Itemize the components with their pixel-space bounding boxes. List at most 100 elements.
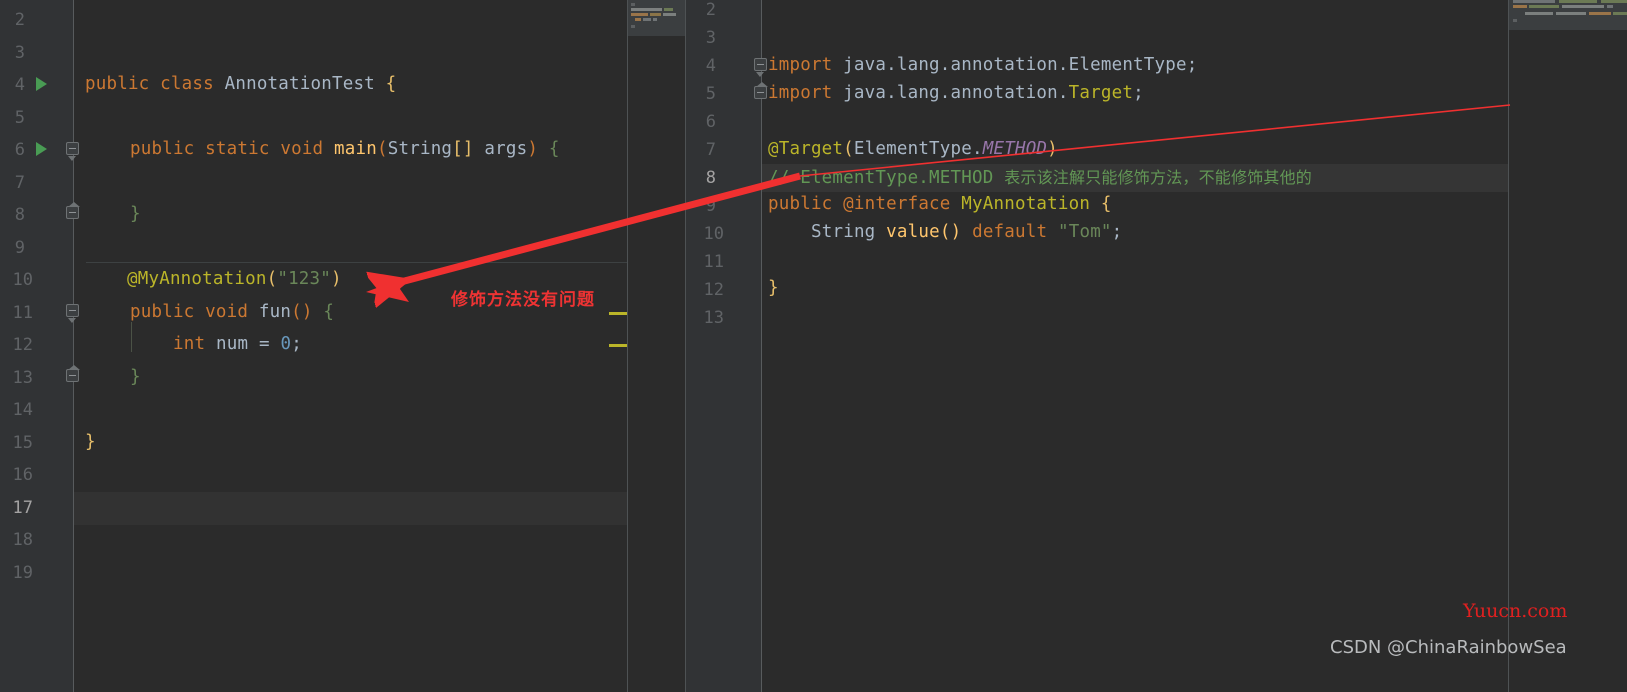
line-number: 18	[12, 530, 33, 550]
minimap-row	[1525, 12, 1553, 15]
warning-stripe-marker[interactable]	[609, 312, 627, 315]
minimap-row	[635, 18, 641, 21]
token-keyword: void	[280, 139, 324, 159]
line-number: 12	[12, 335, 33, 355]
token-brace: {	[323, 302, 335, 322]
line-number: 3	[14, 43, 25, 63]
code-line-8-comment: // ElementType.METHOD 表示该注解只能修饰方法，不能修饰其他…	[768, 169, 1312, 188]
token-paren: )	[527, 139, 539, 159]
token-keyword: import	[768, 55, 833, 75]
minimap-row	[1559, 0, 1597, 3]
line-number: 7	[705, 140, 716, 160]
right-code-area[interactable]: import java.lang.annotation.ElementType;…	[762, 0, 1627, 692]
token-brace: {	[548, 139, 560, 159]
token-semicolon: ;	[1186, 55, 1198, 75]
token-type: String	[387, 139, 453, 159]
minimap-row	[631, 3, 635, 6]
minimap-row	[664, 8, 673, 11]
token-type: ElementType.	[853, 139, 983, 159]
left-pane-minimap[interactable]	[628, 0, 685, 36]
right-pane-minimap[interactable]	[1509, 0, 1627, 30]
minimap-row	[1513, 19, 1517, 22]
token-annotation: @Target	[768, 139, 844, 159]
line-number: 16	[12, 465, 33, 485]
line-number: 9	[705, 196, 716, 216]
line-number: 10	[12, 270, 33, 290]
token-comment: // ElementType.METHOD	[768, 168, 1005, 188]
minimap-row	[650, 13, 661, 16]
line-number: 4	[705, 56, 716, 76]
token-classname: AnnotationTest	[224, 74, 375, 94]
right-gutter[interactable]: 2 3 4 5 6 7 8 9 10 11 12 13	[686, 0, 768, 692]
minimap-row	[1562, 5, 1604, 8]
line-number: 3	[705, 28, 716, 48]
token-package: java.lang.annotation.	[843, 55, 1069, 75]
line-number: 19	[12, 563, 33, 583]
right-editor-pane[interactable]: 2 3 4 5 6 7 8 9 10 11 12 13 import java.…	[686, 0, 1627, 692]
token-number: 0	[280, 334, 292, 354]
token-brackets: []	[452, 139, 474, 159]
member-separator	[86, 262, 627, 263]
token-parens: ()	[291, 302, 313, 322]
line-number: 8	[14, 205, 25, 225]
token-paren: (	[377, 139, 388, 159]
code-line-15: }	[85, 432, 96, 452]
token-operator: =	[258, 334, 270, 354]
line-number: 2	[14, 10, 25, 30]
line-number: 2	[705, 0, 716, 20]
token-keyword: int	[173, 334, 206, 354]
token-brace: }	[130, 204, 141, 224]
code-line-6: public static void main(String[] args) {	[130, 139, 560, 159]
minimap-row	[1513, 5, 1527, 8]
token-type: Target	[1068, 83, 1134, 103]
left-code-area[interactable]: public class AnnotationTest { public sta…	[74, 0, 627, 692]
minimap-row	[631, 8, 662, 11]
code-line-9: public @interface MyAnnotation {	[768, 194, 1112, 214]
code-line-12: int num = 0;	[173, 334, 302, 354]
token-annotation-name: MyAnnotation	[961, 194, 1091, 214]
line-number: 7	[14, 173, 25, 193]
watermark-site: Yuucn.com	[1463, 600, 1568, 622]
screenshot-root: 2 3 4 5 6 7 8 9 10 11 12 13 14 15 16 17 …	[0, 0, 1627, 692]
token-keyword: import	[768, 83, 833, 103]
minimap-row	[643, 18, 651, 21]
token-string: "Tom"	[1057, 222, 1112, 242]
code-line-8: }	[130, 204, 141, 224]
line-number: 11	[12, 303, 33, 323]
code-line-11: public void fun() {	[130, 302, 335, 322]
run-method-icon[interactable]	[36, 77, 47, 91]
token-comment-chinese: 表示该注解只能修饰方法，不能修饰其他的	[1004, 168, 1313, 187]
token-keyword: public	[130, 139, 195, 159]
token-package: java.lang.annotation.	[843, 83, 1069, 103]
code-line-5: import java.lang.annotation.Target;	[768, 83, 1144, 103]
token-keyword: public	[768, 194, 833, 214]
token-brace: }	[85, 432, 96, 452]
code-line-12: }	[768, 279, 779, 298]
token-keyword: class	[160, 74, 214, 94]
token-string: "123"	[277, 269, 332, 289]
minimap-row	[1529, 5, 1559, 8]
line-number: 13	[12, 368, 33, 388]
minimap-row	[653, 18, 657, 21]
line-number: 12	[703, 280, 724, 300]
run-method-icon[interactable]	[36, 142, 47, 156]
line-number: 11	[703, 252, 724, 272]
code-line-4: import java.lang.annotation.ElementType;	[768, 55, 1198, 75]
token-type: String	[811, 222, 876, 242]
minimap-row	[631, 13, 648, 16]
token-paren: )	[331, 269, 342, 289]
token-brace: {	[1100, 194, 1112, 214]
token-static-field: METHOD	[982, 139, 1048, 159]
token-method-name: value()	[886, 222, 962, 242]
token-paren: (	[266, 269, 278, 289]
token-method-name: fun	[258, 302, 292, 322]
minimap-row	[1513, 0, 1555, 3]
minimap-row	[1601, 0, 1627, 3]
code-line-7: @Target(ElementType.METHOD)	[768, 139, 1058, 159]
left-gutter[interactable]: 2 3 4 5 6 7 8 9 10 11 12 13 14 15 16 17 …	[0, 0, 80, 692]
minimap-row	[1613, 12, 1627, 15]
annotation-label: 修饰方法没有问题	[451, 290, 595, 310]
warning-stripe-marker[interactable]	[609, 344, 627, 347]
code-line-4: public class AnnotationTest {	[85, 74, 396, 94]
left-editor-pane[interactable]: 2 3 4 5 6 7 8 9 10 11 12 13 14 15 16 17 …	[0, 0, 627, 692]
